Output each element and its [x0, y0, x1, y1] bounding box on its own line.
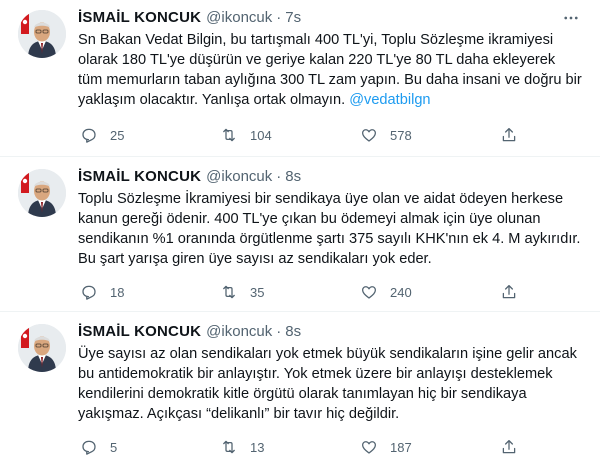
retweet-button[interactable]: 104 — [220, 126, 360, 144]
avatar[interactable] — [18, 10, 66, 58]
reply-icon — [82, 285, 96, 300]
like-count: 578 — [390, 127, 412, 143]
mention-link[interactable]: @vedatbilgn — [349, 92, 430, 108]
tweet-feed: İSMAİL KONCUK @ikoncuk · 7s Sn Bakan Ved… — [0, 0, 600, 470]
tweet-body: Sn Bakan Vedat Bilgin, bu tartışmalı 400… — [78, 32, 582, 108]
tweet-header: İSMAİL KONCUK @ikoncuk · 8s — [78, 167, 584, 187]
share-icon — [502, 284, 516, 299]
tweet-text: Üye sayısı az olan sendikaları yok etmek… — [78, 346, 577, 422]
tweet-time[interactable]: 8s — [285, 322, 301, 342]
author-handle[interactable]: @ikoncuk — [206, 8, 272, 28]
like-button[interactable]: 578 — [360, 126, 500, 144]
reply-count: 25 — [110, 127, 125, 143]
separator-dot: · — [276, 323, 282, 340]
author-handle[interactable]: @ikoncuk — [206, 322, 272, 342]
tweet-actions: 25 104 578 — [80, 126, 540, 144]
retweet-count: 35 — [250, 284, 265, 300]
retweet-count: 13 — [250, 439, 265, 455]
share-icon — [502, 127, 516, 142]
reply-button[interactable]: 5 — [80, 438, 220, 456]
retweet-icon — [223, 285, 235, 299]
like-button[interactable]: 187 — [360, 438, 500, 456]
tweet-time[interactable]: 8s — [285, 167, 301, 187]
tweet-header: İSMAİL KONCUK @ikoncuk · 8s — [78, 322, 584, 342]
avatar-photo — [18, 324, 66, 372]
reply-count: 5 — [110, 439, 118, 455]
heart-icon — [361, 129, 377, 142]
reply-count: 18 — [110, 284, 125, 300]
avatar-photo — [18, 10, 66, 58]
reply-button[interactable]: 18 — [80, 283, 220, 301]
tweet-text: Sn Bakan Vedat Bilgin, bu tartışmalı 400… — [78, 30, 583, 110]
tweet-time[interactable]: 7s — [285, 8, 301, 28]
retweet-icon — [223, 128, 235, 142]
tweet-actions: 5 13 187 — [80, 438, 540, 456]
reply-icon — [82, 128, 96, 143]
like-button[interactable]: 240 — [360, 283, 500, 301]
reply-button[interactable]: 25 — [80, 126, 220, 144]
share-button[interactable] — [500, 283, 540, 301]
heart-icon — [361, 286, 377, 299]
retweet-count: 104 — [250, 127, 272, 143]
author-handle[interactable]: @ikoncuk — [206, 167, 272, 187]
tweet[interactable]: İSMAİL KONCUK @ikoncuk · 8s Toplu Sözleş… — [0, 157, 600, 312]
separator-dot: · — [276, 168, 282, 185]
retweet-button[interactable]: 13 — [220, 438, 360, 456]
like-count: 187 — [390, 439, 412, 455]
avatar[interactable] — [18, 169, 66, 217]
author-name[interactable]: İSMAİL KONCUK — [78, 167, 201, 187]
heart-icon — [361, 441, 377, 454]
tweet[interactable]: İSMAİL KONCUK @ikoncuk · 8s Üye sayısı a… — [0, 312, 600, 470]
tweet-actions: 18 35 240 — [80, 283, 540, 301]
tweet-text: Toplu Sözleşme İkramiyesi bir sendikaya … — [78, 191, 581, 267]
retweet-icon — [223, 440, 235, 454]
avatar-photo — [18, 169, 66, 217]
more-horizontal-icon — [564, 16, 578, 20]
share-button[interactable] — [500, 126, 540, 144]
more-options-button[interactable] — [560, 8, 582, 28]
reply-icon — [82, 440, 96, 455]
separator-dot: · — [276, 9, 282, 26]
avatar[interactable] — [18, 324, 66, 372]
tweet[interactable]: İSMAİL KONCUK @ikoncuk · 7s Sn Bakan Ved… — [0, 0, 600, 157]
share-button[interactable] — [500, 438, 540, 456]
tweet-header: İSMAİL KONCUK @ikoncuk · 7s — [78, 8, 584, 28]
author-name[interactable]: İSMAİL KONCUK — [78, 8, 201, 28]
like-count: 240 — [390, 284, 412, 300]
retweet-button[interactable]: 35 — [220, 283, 360, 301]
share-icon — [502, 439, 516, 454]
author-name[interactable]: İSMAİL KONCUK — [78, 322, 201, 342]
